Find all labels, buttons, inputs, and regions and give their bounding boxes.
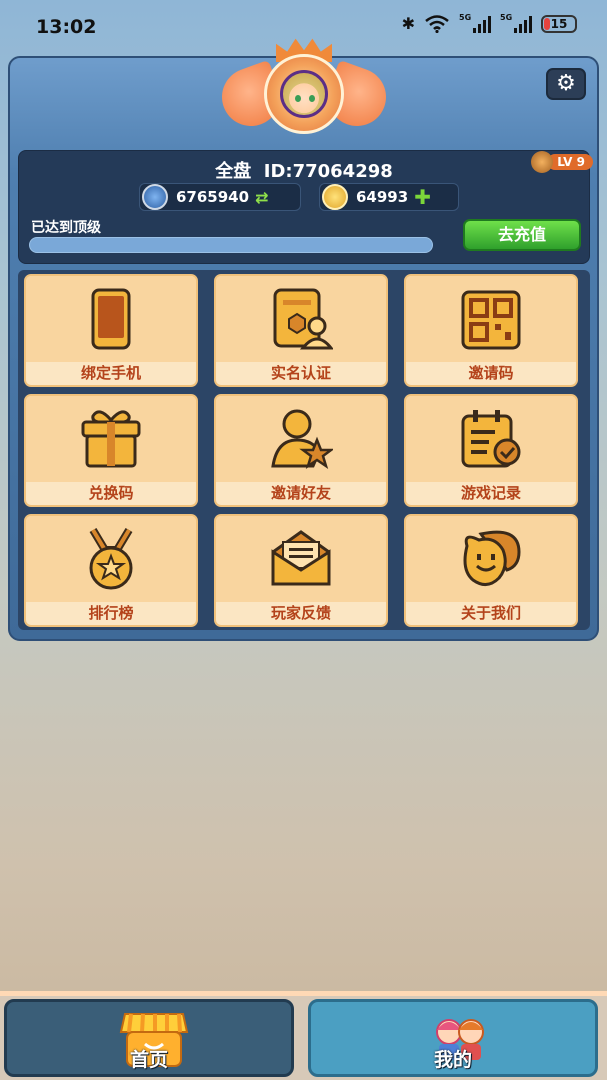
player-id: ID:77064298: [263, 161, 393, 182]
battery-icon: 15: [541, 14, 577, 33]
add-gold-icon[interactable]: ✚: [414, 185, 431, 209]
menu-player-feedback[interactable]: 玩家反馈: [214, 514, 388, 627]
recharge-button[interactable]: 去充值: [463, 219, 581, 251]
menu-real-name[interactable]: 实名认证: [214, 274, 388, 387]
status-icons: ✱ 5G 5G 15: [401, 13, 577, 33]
wifi-icon: [425, 14, 449, 33]
signal-icon-1: 5G: [459, 13, 491, 33]
menu-about-us[interactable]: 关于我们: [404, 514, 578, 627]
settings-button[interactable]: ⚙: [546, 68, 586, 100]
player-name: 全盘: [215, 161, 252, 182]
medal-icon: [89, 527, 133, 590]
level-crest-icon: [531, 151, 554, 173]
gift-icon: [81, 410, 141, 468]
gold-balance: 64993 ✚: [319, 183, 459, 211]
gold-amount: 64993: [356, 188, 409, 206]
phone-icon: [91, 288, 131, 350]
invite-friend-icon: [271, 409, 333, 469]
nav-mine[interactable]: 我的: [308, 999, 598, 1077]
level-status-text: 已达到顶级: [31, 220, 101, 236]
bluetooth-icon: ✱: [401, 14, 415, 33]
avatar-frame: [264, 54, 344, 134]
menu-bind-phone[interactable]: 绑定手机: [24, 274, 198, 387]
menu-redeem-code[interactable]: 兑换码: [24, 394, 198, 507]
menu-game-records[interactable]: 游戏记录: [404, 394, 578, 507]
nav-home[interactable]: 首页: [4, 999, 294, 1077]
level-badge: LV 9: [531, 151, 593, 173]
level-progress-bar: [29, 237, 433, 253]
exchange-icon[interactable]: ⇄: [255, 188, 268, 207]
profile-info-card: 全盘 ID:77064298 LV 9 6765940 ⇄ 64993 ✚ 已达…: [18, 150, 593, 264]
diamond-balance: 6765940 ⇄: [139, 183, 301, 211]
menu-invite-code[interactable]: 邀请码: [404, 274, 578, 387]
bottom-nav: 首页 我的: [0, 991, 607, 1080]
profile-panel: ⚙ 全盘 ID:77064298 LV 9 6765940 ⇄ 64993 ✚ …: [8, 56, 599, 641]
signal-icon-2: 5G: [500, 13, 532, 33]
player-name-id: 全盘 ID:77064298: [19, 157, 589, 183]
avatar: [280, 70, 328, 118]
calendar-record-icon: [461, 410, 521, 468]
id-card-icon: [273, 288, 333, 350]
gear-icon: ⚙: [556, 71, 576, 96]
clock: 13:02: [36, 16, 97, 38]
diamond-amount: 6765940: [176, 188, 250, 206]
envelope-icon: [271, 530, 331, 586]
qr-code-icon: [461, 290, 521, 350]
gold-coin-icon: [322, 184, 348, 210]
avatar-badge[interactable]: [213, 38, 395, 138]
chat-faces-icon: [463, 530, 521, 586]
diamond-coin-icon: [142, 184, 168, 210]
menu-invite-friends[interactable]: 邀请好友: [214, 394, 388, 507]
menu-grid: 绑定手机 实名认证 邀请码 兑换码 邀请好友 游戏记录 排行榜 玩家反馈 关于我…: [18, 270, 590, 630]
menu-leaderboard[interactable]: 排行榜: [24, 514, 198, 627]
